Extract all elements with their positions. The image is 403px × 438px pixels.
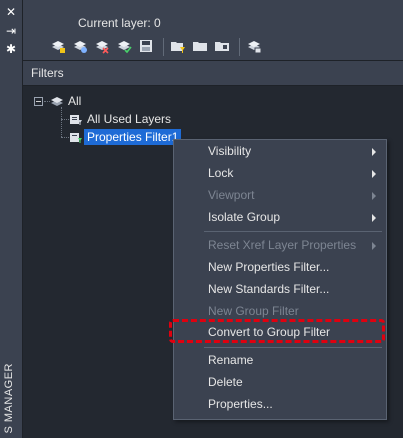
menu-item-label: Delete — [208, 375, 243, 389]
submenu-arrow-icon — [372, 242, 376, 250]
filters-title: Filters — [31, 66, 64, 80]
tree-connector — [61, 107, 62, 137]
menu-item-label: Visibility — [208, 144, 252, 158]
close-icon[interactable]: ✕ — [3, 5, 19, 19]
menu-item-visibility[interactable]: Visibility — [174, 140, 386, 162]
toolbar-separator — [239, 38, 240, 56]
context-menu: Visibility Lock Viewport Isolate Group R… — [173, 139, 387, 420]
menu-item-lock[interactable]: Lock — [174, 162, 386, 184]
menu-item-label: New Properties Filter... — [208, 260, 330, 274]
filter-icon — [70, 133, 82, 143]
menu-item-label: Viewport — [208, 188, 255, 202]
filter-icon — [70, 115, 82, 125]
delete-layer-icon[interactable] — [94, 38, 110, 54]
toolbar-separator — [163, 38, 164, 56]
filters-header: Filters — [23, 60, 403, 86]
settings-icon[interactable]: ✱ — [3, 42, 19, 56]
menu-item-viewport: Viewport — [174, 184, 386, 206]
menu-item-rename[interactable]: Rename — [174, 349, 386, 371]
submenu-arrow-icon — [372, 148, 376, 156]
menu-item-label: Properties... — [208, 397, 273, 411]
tree-item-label: All — [68, 94, 82, 108]
menu-item-label: Rename — [208, 353, 254, 367]
tree-connector — [61, 137, 69, 138]
menu-separator — [204, 231, 382, 232]
menu-item-label: Reset Xref Layer Properties — [208, 238, 357, 252]
menu-item-convert-to-group-filter[interactable]: Convert to Group Filter — [174, 321, 386, 343]
menu-item-new-properties-filter[interactable]: New Properties Filter... — [174, 256, 386, 278]
new-group-filter-icon[interactable] — [192, 38, 208, 54]
menu-item-label: Lock — [208, 166, 234, 180]
palette-side-bar: ✕ ⇥ ✱ S MANAGER — [0, 0, 23, 438]
menu-item-label: Isolate Group — [208, 210, 281, 224]
submenu-arrow-icon — [372, 170, 376, 178]
menu-item-label: Convert to Group Filter — [208, 325, 331, 339]
new-layer-icon[interactable] — [50, 38, 66, 54]
submenu-arrow-icon — [372, 192, 376, 200]
menu-item-delete[interactable]: Delete — [174, 371, 386, 393]
layer-states-icon[interactable] — [214, 38, 230, 54]
layer-toolbar-area: Current layer: 0 — [23, 0, 403, 60]
menu-item-label: New Standards Filter... — [208, 282, 330, 296]
tree-item-label: All Used Layers — [87, 112, 172, 126]
tree-item-label: Properties Filter1 — [84, 129, 182, 145]
menu-item-label: New Group Filter — [208, 304, 299, 318]
menu-item-new-group-filter: New Group Filter — [174, 300, 386, 322]
menu-item-isolate-group[interactable]: Isolate Group — [174, 206, 386, 228]
menu-item-properties[interactable]: Properties... — [174, 393, 386, 415]
submenu-arrow-icon — [372, 214, 376, 222]
menu-item-new-standards-filter[interactable]: New Standards Filter... — [174, 278, 386, 300]
new-layer-vp-frozen-icon[interactable] — [72, 38, 88, 54]
new-property-filter-icon[interactable] — [170, 38, 186, 54]
collapse-icon[interactable] — [34, 97, 43, 106]
tree-connector — [61, 119, 69, 120]
settings-icon[interactable] — [246, 38, 262, 54]
pin-icon[interactable]: ⇥ — [3, 24, 19, 38]
current-layer-label: Current layer: 0 — [78, 16, 161, 30]
set-current-icon[interactable] — [116, 38, 132, 54]
save-icon[interactable] — [138, 38, 154, 54]
menu-item-reset-xref: Reset Xref Layer Properties — [174, 234, 386, 256]
menu-separator — [204, 347, 382, 348]
palette-title: S MANAGER — [3, 363, 15, 434]
